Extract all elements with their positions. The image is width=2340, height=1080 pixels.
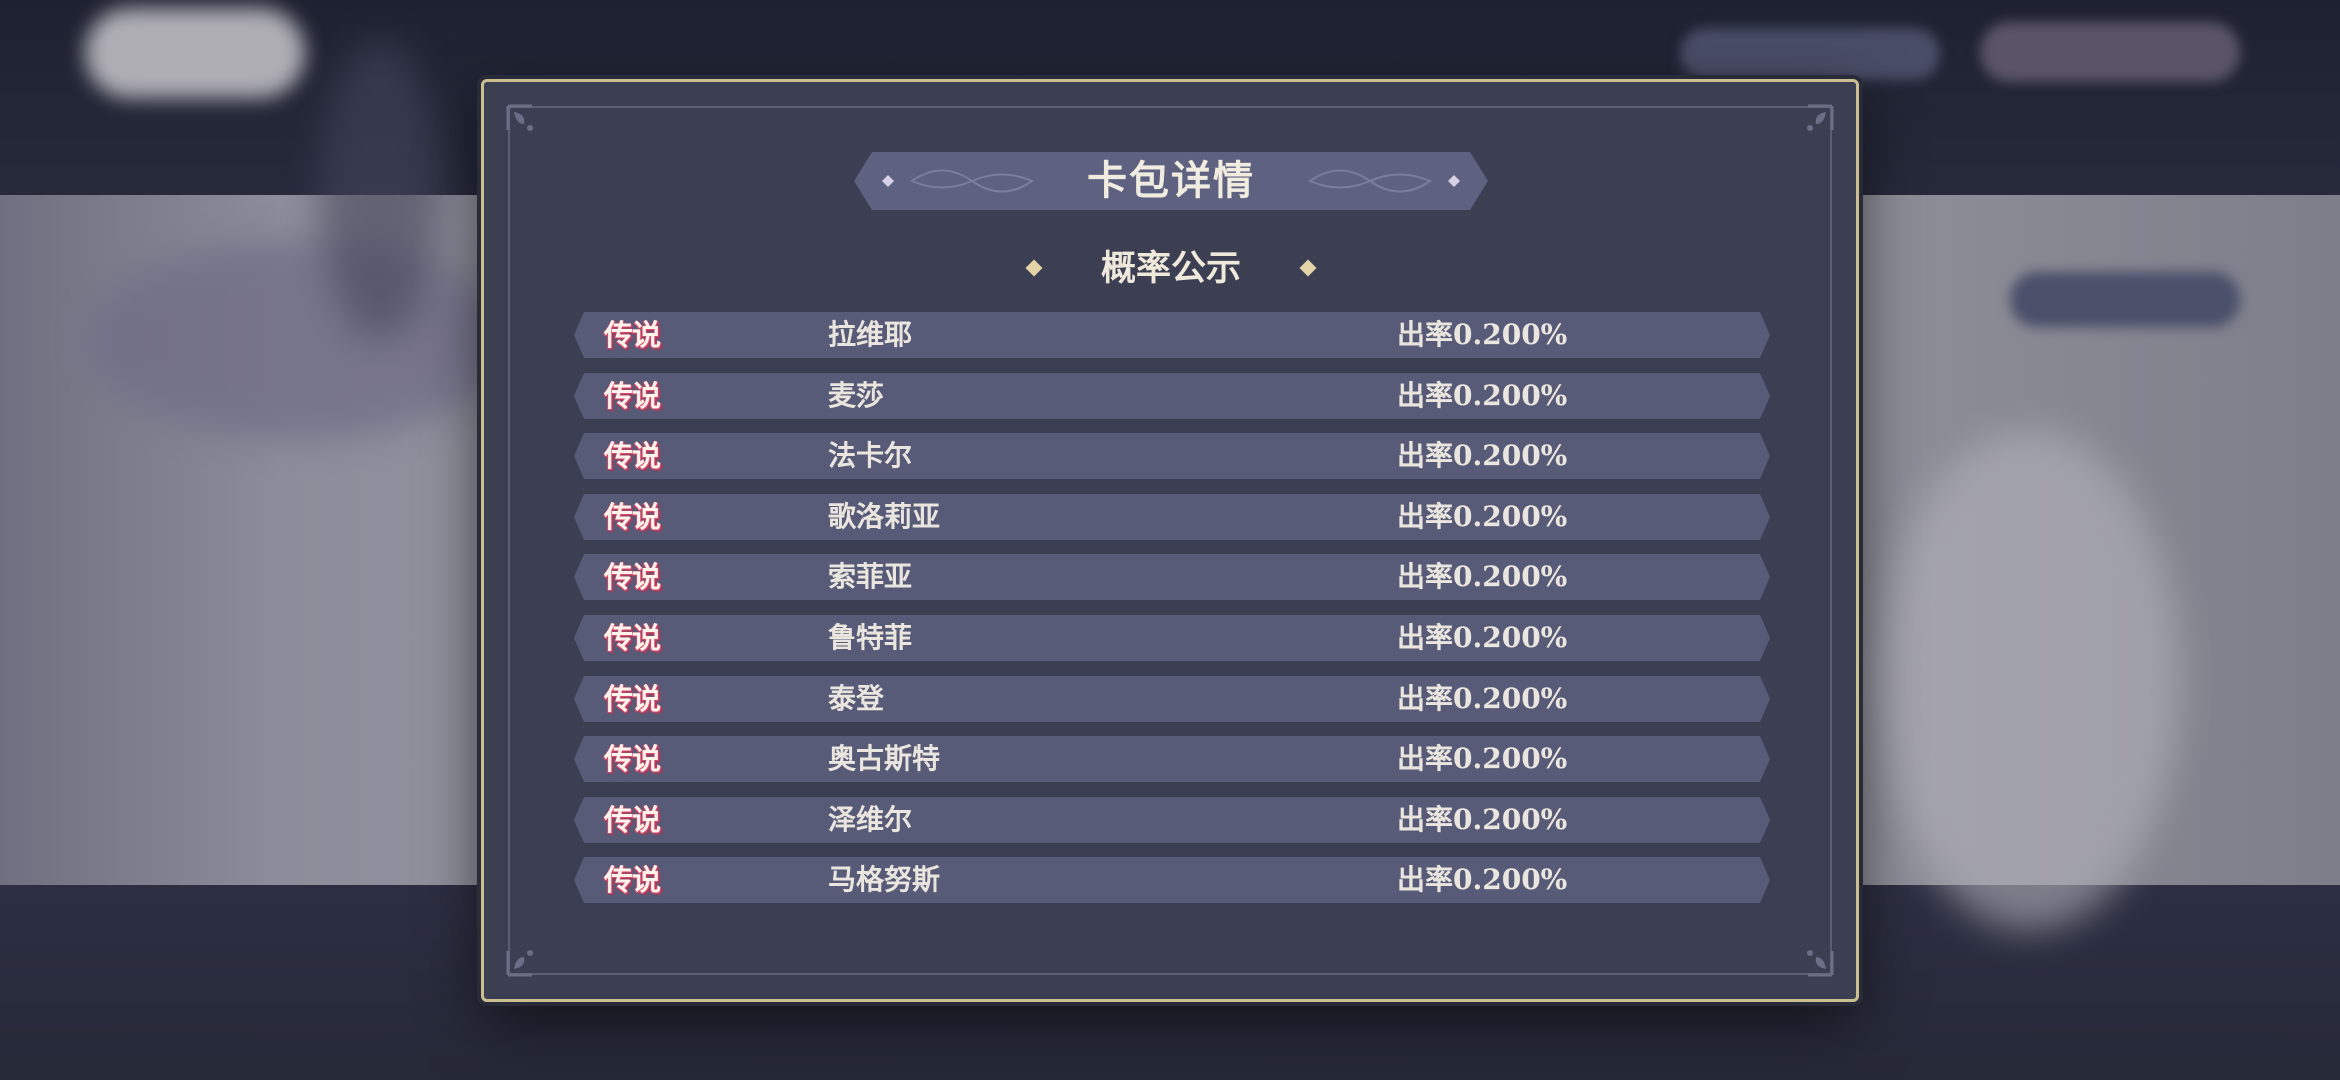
drop-rate: 出率0.200% bbox=[1397, 500, 1568, 533]
character-name: 麦莎 bbox=[828, 379, 885, 412]
list-item: 传说 泽维尔 出率0.200% bbox=[574, 797, 1770, 843]
back-button[interactable] bbox=[85, 8, 305, 98]
corner-ornament-icon bbox=[1807, 104, 1834, 131]
row-background bbox=[574, 494, 1770, 540]
list-bottom-mask bbox=[574, 918, 1770, 932]
rarity-label: 传说 bbox=[604, 500, 661, 534]
corner-ornament-icon bbox=[506, 950, 533, 977]
row-background bbox=[574, 857, 1770, 903]
list-item: 传说 拉维耶 出率0.200% bbox=[574, 312, 1770, 358]
currency-pill-2[interactable] bbox=[1980, 22, 2240, 82]
drop-rate: 出率0.200% bbox=[1397, 560, 1568, 593]
rarity-label: 传说 bbox=[604, 803, 661, 837]
row-background bbox=[574, 676, 1770, 722]
list-item: 传说 索菲亚 出率0.200% bbox=[574, 554, 1770, 600]
row-background bbox=[574, 312, 1770, 358]
drop-rate: 出率0.200% bbox=[1397, 439, 1568, 472]
rarity-label: 传说 bbox=[604, 379, 661, 413]
rarity-label: 传说 bbox=[604, 560, 661, 594]
background-character-blur bbox=[1880, 430, 2180, 930]
list-item: 传说 鲁特菲 出率0.200% bbox=[574, 615, 1770, 661]
card-pack-details-dialog: 卡包详情 概率公示 传说 拉维耶 出率0.200% 传说 麦莎 出率0.200% 传说 法卡尔… bbox=[481, 79, 1859, 1002]
drop-rate: 出率0.200% bbox=[1397, 682, 1568, 715]
drop-rate: 出率0.200% bbox=[1397, 621, 1568, 654]
row-background bbox=[574, 373, 1770, 419]
rarity-label: 传说 bbox=[604, 318, 661, 352]
character-name: 泰登 bbox=[828, 682, 885, 715]
list-item: 传说 马格努斯 出率0.200% bbox=[574, 857, 1770, 903]
corner-ornament-icon bbox=[1807, 950, 1834, 977]
drop-rate: 出率0.200% bbox=[1397, 863, 1568, 896]
background-tag bbox=[2010, 272, 2240, 327]
rarity-label: 传说 bbox=[604, 682, 661, 716]
character-name: 马格努斯 bbox=[828, 863, 941, 896]
currency-pill-1[interactable] bbox=[1680, 28, 1940, 80]
character-name: 泽维尔 bbox=[828, 803, 913, 836]
character-name: 法卡尔 bbox=[828, 439, 913, 472]
character-name: 索菲亚 bbox=[828, 560, 913, 593]
probability-list[interactable]: 传说 拉维耶 出率0.200% 传说 麦莎 出率0.200% 传说 法卡尔 出率0.200% 传说… bbox=[574, 312, 1770, 932]
list-item: 传说 麦莎 出率0.200% bbox=[574, 373, 1770, 419]
list-item: 传说 法卡尔 出率0.200% bbox=[574, 433, 1770, 479]
row-background bbox=[574, 433, 1770, 479]
list-item: 传说 泰登 出率0.200% bbox=[574, 676, 1770, 722]
dialog-title: 卡包详情 bbox=[1087, 157, 1255, 204]
character-name: 鲁特菲 bbox=[828, 621, 913, 654]
drop-rate: 出率0.200% bbox=[1397, 318, 1568, 351]
background-card-blur bbox=[90, 240, 510, 440]
list-item: 传说 奥古斯特 出率0.200% bbox=[574, 736, 1770, 782]
probability-section-header: 概率公示 bbox=[1004, 242, 1338, 296]
background-figure-blur bbox=[320, 40, 440, 340]
character-name: 拉维耶 bbox=[828, 318, 913, 351]
rarity-label: 传说 bbox=[604, 439, 661, 473]
section-subtitle: 概率公示 bbox=[1100, 248, 1241, 289]
rarity-label: 传说 bbox=[604, 863, 661, 897]
row-background bbox=[574, 797, 1770, 843]
drop-rate: 出率0.200% bbox=[1397, 742, 1568, 775]
rarity-label: 传说 bbox=[604, 621, 661, 655]
row-background bbox=[574, 615, 1770, 661]
title-banner: 卡包详情 bbox=[852, 148, 1490, 214]
list-item: 传说 歌洛莉亚 出率0.200% bbox=[574, 494, 1770, 540]
character-name: 奥古斯特 bbox=[828, 742, 941, 775]
character-name: 歌洛莉亚 bbox=[828, 500, 941, 533]
row-background bbox=[574, 554, 1770, 600]
drop-rate: 出率0.200% bbox=[1397, 379, 1568, 412]
rarity-label: 传说 bbox=[604, 742, 661, 776]
corner-ornament-icon bbox=[506, 104, 533, 131]
row-background bbox=[574, 736, 1770, 782]
drop-rate: 出率0.200% bbox=[1397, 803, 1568, 836]
